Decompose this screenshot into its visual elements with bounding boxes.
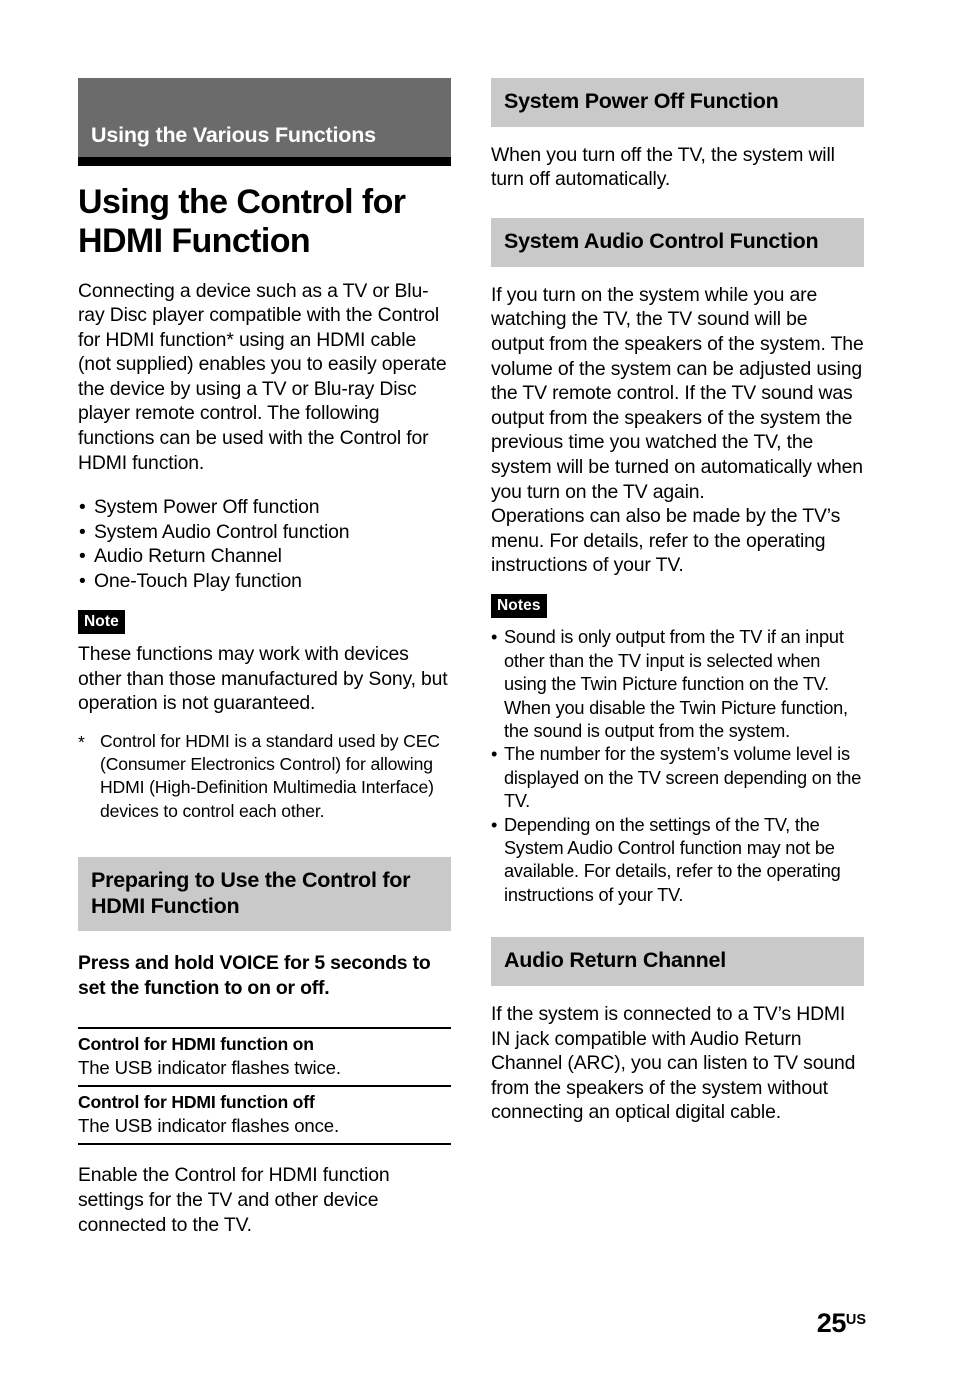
list-item: Audio Return Channel [78, 544, 451, 569]
list-item: Sound is only output from the TV if an i… [491, 626, 864, 743]
section-heading-system-power-off: System Power Off Function [491, 78, 864, 127]
page-number-suffix: US [845, 1312, 866, 1328]
table-row: Control for HDMI function on The USB ind… [78, 1029, 451, 1085]
prepare-instruction: Press and hold VOICE for 5 seconds to se… [78, 952, 431, 1000]
list-item: System Power Off function [78, 495, 451, 520]
page-number-value: 25 [816, 1308, 847, 1338]
note-badge-wrapper: Note [78, 609, 451, 635]
right-column: System Power Off Function When you turn … [491, 78, 864, 1125]
table-cell-description: The USB indicator flashes once. [78, 1115, 339, 1137]
note-badge: Note [78, 609, 125, 635]
left-column: Using the Various Functions Using the Co… [78, 78, 451, 1237]
list-item: The number for the system’s volume level… [491, 743, 864, 813]
footnote-text: Control for HDMI is a standard used by C… [100, 730, 440, 821]
system-power-off-text: When you turn off the TV, the system wil… [491, 143, 835, 191]
feature-bullet-list: System Power Off function System Audio C… [78, 495, 451, 593]
footnote-marker: * [78, 731, 85, 752]
section-heading-preparing: Preparing to Use the Control for HDMI Fu… [78, 856, 451, 932]
notes-badge-wrapper: Notes [491, 593, 864, 619]
page-number: 25US [817, 1310, 866, 1337]
intro-paragraph: Connecting a device such as a TV or Blu-… [78, 279, 447, 474]
page-title: Using the Control for HDMI Function [78, 183, 406, 260]
table-cell-term: Control for HDMI function on [78, 1034, 314, 1055]
chapter-rule-divider [78, 157, 451, 166]
section-heading-audio-return-channel: Audio Return Channel [491, 937, 864, 987]
table-cell-description: The USB indicator flashes twice. [78, 1057, 341, 1079]
list-item: Depending on the settings of the TV, the… [491, 814, 864, 908]
list-item: System Audio Control function [78, 520, 451, 545]
footnote: * Control for HDMI is a standard used by… [78, 730, 451, 823]
document-page: Using the Various Functions Using the Co… [0, 0, 954, 1373]
notes-bullet-list: Sound is only output from the TV if an i… [491, 626, 864, 907]
closing-paragraph: Enable the Control for HDMI function set… [78, 1164, 390, 1236]
note-text: These functions may work with devices ot… [78, 643, 448, 715]
table-cell-term: Control for HDMI function off [78, 1092, 315, 1113]
list-item: One-Touch Play function [78, 569, 451, 594]
table-row: Control for HDMI function off The USB in… [78, 1085, 451, 1143]
notes-badge: Notes [491, 593, 547, 619]
audio-return-channel-text: If the system is connected to a TV’s HDM… [491, 1003, 856, 1124]
system-audio-control-text: If you turn on the system while you are … [491, 283, 864, 577]
section-heading-system-audio-control: System Audio Control Function [491, 217, 864, 267]
chapter-banner: Using the Various Functions [78, 78, 451, 157]
chapter-banner-title: Using the Various Functions [91, 123, 376, 148]
hdmi-state-table: Control for HDMI function on The USB ind… [78, 1027, 451, 1146]
